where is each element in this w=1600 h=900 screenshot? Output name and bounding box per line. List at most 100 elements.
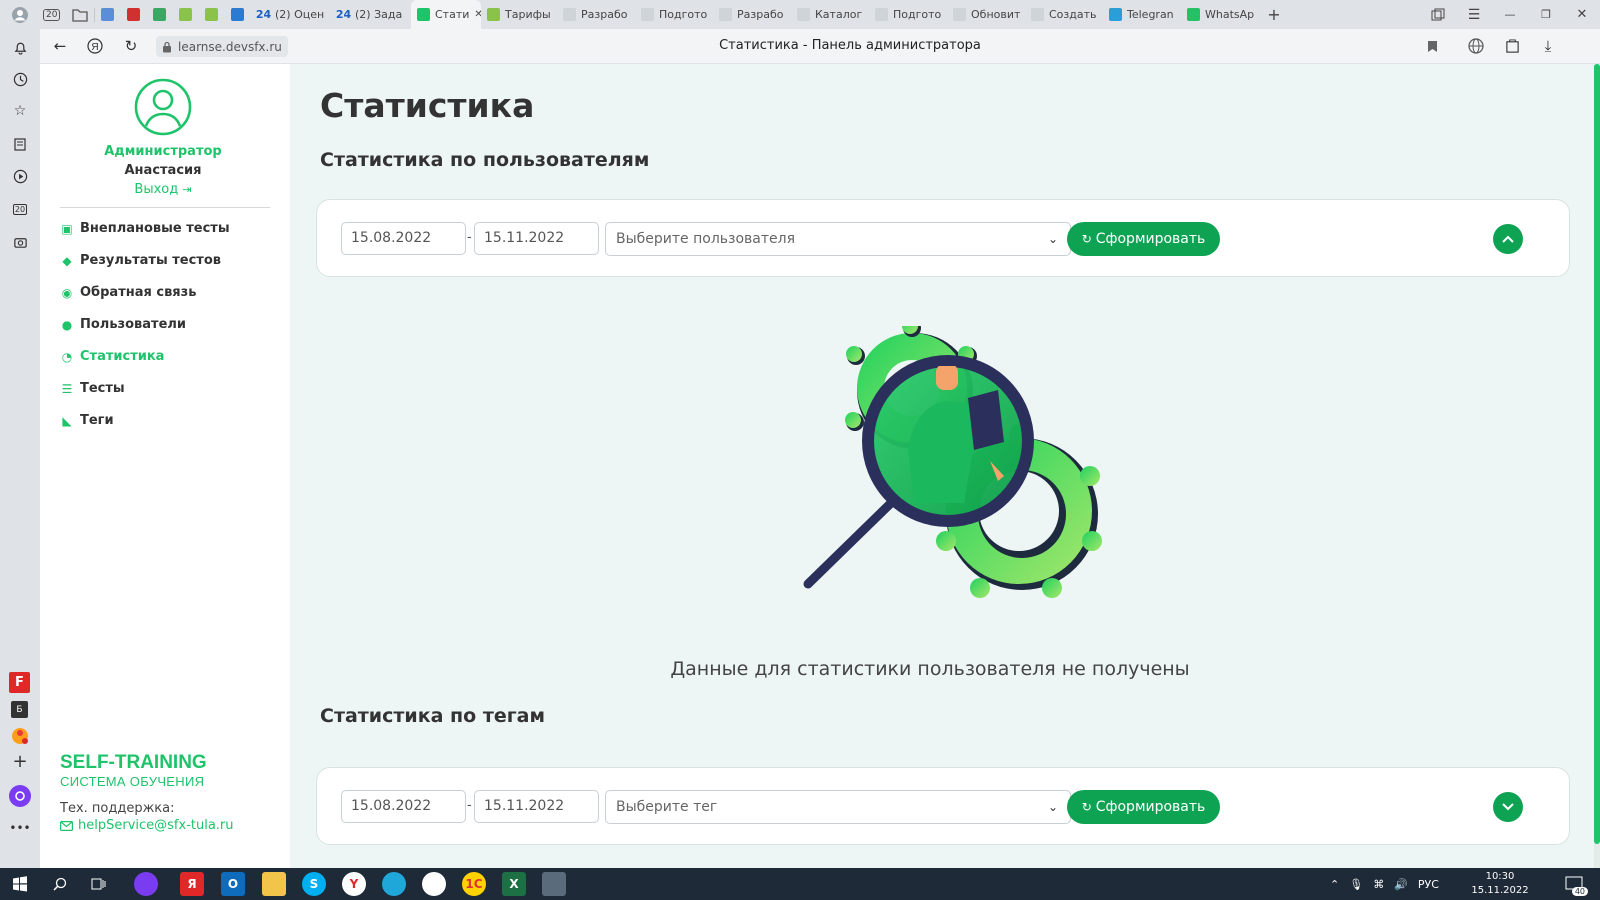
sidebar-item-4[interactable]: ● Пользователи [60,317,186,332]
yandex-browser-icon[interactable]: Y [342,872,366,896]
volume-icon[interactable]: 🔊 [1394,878,1408,891]
chevron-up-tray-icon[interactable]: ⌃ [1330,878,1339,891]
browser-tab[interactable]: Подгото [869,0,947,29]
browser-tab[interactable]: 24 (2) Оцен [251,0,331,29]
downloads-panel-icon[interactable] [1502,36,1522,56]
yandex-taskbar-icon[interactable]: Я [180,872,204,896]
more-icon[interactable]: ••• [9,818,30,838]
address-bar: ← Я ↻ learnse.devsfx.ru Статистика - Пан… [40,29,1600,64]
network-icon[interactable]: ⌘ [1373,878,1384,891]
new-tab-button[interactable]: + [1259,0,1289,29]
browser-tab[interactable]: Telegran [1103,0,1181,29]
tab-label: Подгото [659,8,708,21]
1c-icon[interactable]: 1С [462,872,486,896]
browser-tab[interactable]: Тарифы [481,0,557,29]
user-select[interactable]: Выберите пользователя ⌄ [605,222,1071,256]
file-explorer-icon[interactable] [262,872,286,896]
tabs-overview-icon[interactable] [1420,0,1456,29]
browser-tab[interactable]: 24 (2) Зада [331,0,411,29]
browser-tab[interactable]: Обновит [947,0,1025,29]
clock[interactable]: 10:30 15.11.2022 [1470,870,1530,898]
alice-icon[interactable] [9,785,31,807]
edge-icon[interactable] [382,872,406,896]
language-indicator[interactable]: РУС [1418,878,1439,891]
sidebar-divider [60,207,270,208]
sidebar-item-1[interactable]: ▣ Внеплановые тесты [60,221,229,236]
tags-generate-button[interactable]: ↻ Сформировать [1067,790,1220,824]
task-view-icon[interactable] [87,872,111,896]
sidebar-item-2[interactable]: ◆ Результаты тестов [60,253,221,268]
b-app-icon[interactable]: Б [11,701,28,718]
globe-icon[interactable] [1466,36,1486,56]
bookmark-icon[interactable] [1422,36,1442,56]
browser-tab[interactable] [95,0,121,29]
users-date-from-input[interactable]: 15.08.2022 [341,222,466,255]
search-icon[interactable] [48,872,72,896]
url-field[interactable]: learnse.devsfx.ru [156,36,288,57]
tags-date-from-input[interactable]: 15.08.2022 [341,790,466,823]
sidebar-item-7[interactable]: ◣ Теги [60,413,113,428]
support-email-link[interactable]: helpService@sfx-tula.ru [60,818,234,833]
windows-start-icon[interactable] [8,872,32,896]
slack-icon[interactable] [422,872,446,896]
browser-tab[interactable]: Подгото [635,0,713,29]
star-icon[interactable]: ☆ [10,101,30,121]
play-icon[interactable] [10,166,30,186]
tab-close-icon[interactable]: ✕ [474,9,481,20]
tab-counter[interactable]: 20 [40,0,66,29]
browser-tab[interactable]: Разрабо [557,0,635,29]
yandex-market-icon[interactable] [10,726,30,746]
browser-tab[interactable] [173,0,199,29]
camera-icon[interactable] [10,232,30,252]
restore-button[interactable]: ❐ [1528,0,1564,29]
browser-tab[interactable]: Стати ✕ [411,0,481,29]
calculator-icon[interactable] [542,872,566,896]
browser-tab[interactable]: Создать [1025,0,1103,29]
yandex-icon[interactable]: Я [85,36,105,56]
tag-select[interactable]: Выберите тег ⌄ [605,790,1071,824]
alice-taskbar-icon[interactable] [134,872,158,896]
browser-tab[interactable]: Разрабо [713,0,791,29]
tags-date-to-input[interactable]: 15.11.2022 [474,790,599,823]
bell-icon[interactable] [10,37,30,57]
microphone-icon[interactable]: 🎙 [1349,878,1363,891]
sidebar-item-5[interactable]: ◔ Статистика [60,349,165,364]
tags-expand-toggle[interactable] [1493,792,1523,822]
tab-favicon-icon [1031,8,1044,21]
history-icon[interactable] [10,69,30,89]
users-collapse-toggle[interactable] [1493,224,1523,254]
calendar-icon-number: 20 [12,203,28,215]
users-generate-button[interactable]: ↻ Сформировать [1067,222,1220,256]
outlook-icon[interactable]: O [221,872,245,896]
new-folder-icon[interactable] [66,0,94,29]
menu-icon[interactable]: ☰ [1456,0,1492,29]
browser-tab[interactable] [225,0,251,29]
minimize-button[interactable]: — [1492,0,1528,29]
browser-tab[interactable]: Каталог [791,0,869,29]
collections-icon[interactable] [10,134,30,154]
sidebar-item-label: Статистика [80,349,165,364]
browser-tab[interactable] [121,0,147,29]
skype-icon[interactable]: S [302,872,326,896]
logout-link[interactable]: Выход ⇥ [40,182,286,197]
close-window-button[interactable]: ✕ [1564,0,1600,29]
notification-center-icon[interactable]: 40 [1562,874,1588,896]
sidebar-item-6[interactable]: ☰ Тесты [60,381,125,396]
browser-tab[interactable] [199,0,225,29]
tab-favicon-icon [417,8,430,21]
add-panel-icon[interactable]: + [10,751,30,772]
back-icon[interactable]: ← [50,36,70,56]
browser-tab[interactable] [147,0,173,29]
flipboard-icon[interactable]: F [9,672,30,693]
profile-icon[interactable] [0,0,40,29]
excel-icon[interactable]: X [502,872,526,896]
browser-tab[interactable]: WhatsAp [1181,0,1259,29]
calendar-icon[interactable]: 20 [10,199,30,219]
reload-icon[interactable]: ↻ [121,36,141,56]
tab-label: WhatsAp [1205,8,1255,21]
users-date-to-input[interactable]: 15.11.2022 [474,222,599,255]
sidebar-item-label: Пользователи [80,317,187,332]
sidebar-item-3[interactable]: ◉ Обратная связь [60,285,197,300]
download-icon[interactable]: ⤓ [1538,36,1558,56]
page-scrollbar-thumb[interactable] [1594,64,1600,844]
